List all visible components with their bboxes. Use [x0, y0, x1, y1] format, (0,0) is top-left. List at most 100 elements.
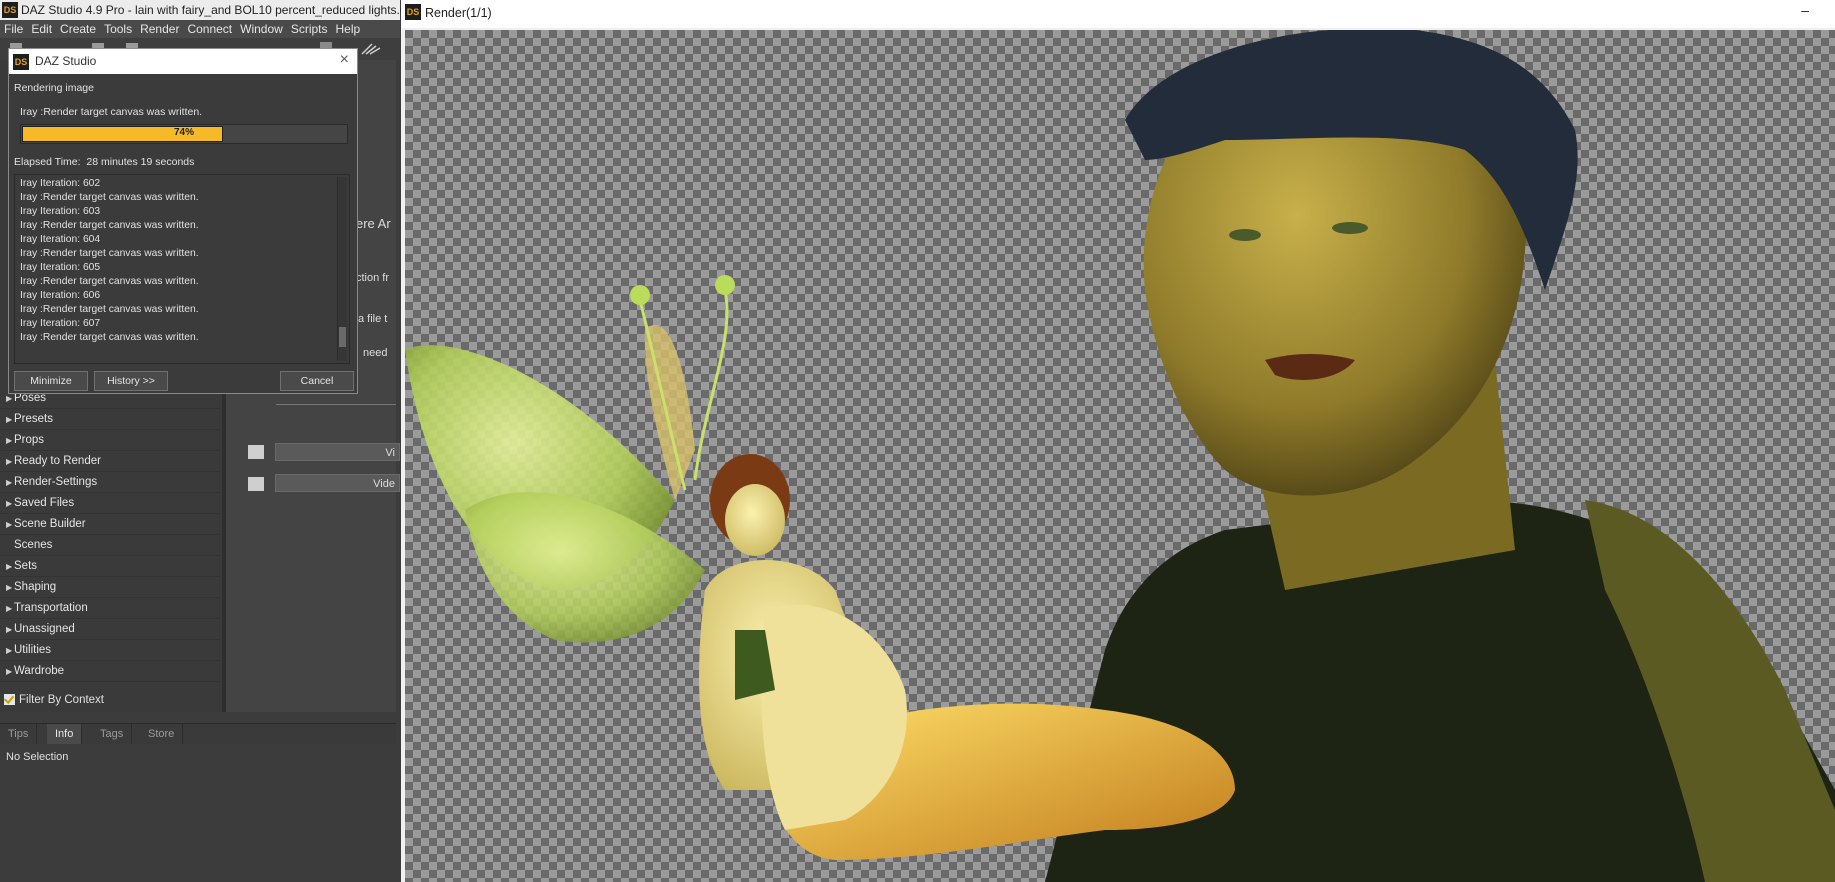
category-item[interactable]: ▶ Props: [0, 430, 220, 451]
log-line: Iray :Render target canvas was written.: [20, 248, 199, 259]
category-item[interactable]: ▶ Saved Files: [0, 493, 220, 514]
menu-render[interactable]: Render: [136, 20, 183, 38]
filter-by-context[interactable]: Filter By Context: [4, 694, 104, 710]
menu-file[interactable]: File: [0, 20, 27, 38]
log-line: Iray :Render target canvas was written.: [20, 220, 199, 231]
selection-status: No Selection: [6, 751, 69, 763]
category-item[interactable]: ▶ Utilities: [0, 640, 220, 661]
bottom-tab-bar: Tips Info Tags Store: [0, 723, 396, 744]
history-button[interactable]: History >>: [94, 371, 168, 391]
log-scrollbar[interactable]: [337, 177, 347, 361]
menu-scripts[interactable]: Scripts: [287, 20, 332, 38]
menu-tools[interactable]: Tools: [100, 20, 136, 38]
menu-window[interactable]: Window: [236, 20, 287, 38]
category-item[interactable]: ▶ Ready to Render: [0, 451, 220, 472]
category-label: Shaping: [14, 581, 57, 593]
log-line: Iray Iteration: 603: [20, 206, 101, 217]
mid-text-fragment-2: ction fr: [356, 272, 390, 284]
expand-triangle-icon: ▶: [6, 457, 13, 466]
minimize-icon[interactable]: –: [1801, 2, 1809, 18]
log-line: Iray :Render target canvas was written.: [20, 276, 199, 287]
menu-edit[interactable]: Edit: [27, 20, 56, 38]
category-label: Utilities: [14, 644, 52, 656]
category-label: Saved Files: [14, 497, 75, 509]
fairy-wing-lower: [465, 492, 705, 643]
category-item[interactable]: ▶ Presets: [0, 409, 220, 430]
category-label: Props: [14, 434, 45, 446]
log-line: Iray Iteration: 607: [20, 318, 101, 329]
render-log: Iray Iteration: 602 Iray :Render target c…: [14, 174, 350, 364]
tab-tips[interactable]: Tips: [0, 724, 38, 744]
filter-label: Filter By Context: [19, 694, 104, 706]
expand-triangle-icon: ▶: [6, 604, 13, 613]
dialog-status: Rendering image: [14, 82, 94, 94]
progress-label: 74%: [173, 127, 194, 138]
mid-text-fragment-3: a file t: [358, 313, 388, 325]
category-item[interactable]: ▶ Unassigned: [0, 619, 220, 640]
expand-triangle-icon: ▶: [6, 499, 13, 508]
category-list: ▶ Poses ▶ Presets ▶ Props ▶ Ready to Render ▶ Ren…: [0, 388, 220, 682]
category-label: Sets: [14, 560, 38, 572]
main-window-title: DAZ Studio 4.9 Pro - lain with fairy_and…: [21, 3, 407, 17]
cancel-button[interactable]: Cancel: [280, 371, 354, 391]
expand-triangle-icon: ▶: [6, 562, 13, 571]
tab-tags[interactable]: Tags: [92, 724, 133, 744]
menu-create[interactable]: Create: [56, 20, 100, 38]
expand-triangle-icon: ▶: [6, 667, 13, 676]
category-label: Ready to Render: [14, 455, 101, 467]
menu-connect[interactable]: Connect: [183, 20, 236, 38]
mid-text-fragment-1: ere Ar: [356, 216, 391, 231]
category-item[interactable]: ▶ Wardrobe: [0, 661, 220, 682]
mid-button-2[interactable]: Vide: [275, 474, 400, 492]
category-item[interactable]: Scenes: [0, 535, 220, 556]
log-line: Iray Iteration: 606: [20, 290, 101, 301]
dialog-message: Iray :Render target canvas was written.: [20, 106, 203, 118]
mid-divider: [276, 404, 396, 405]
expand-triangle-icon: ▶: [6, 478, 13, 487]
render-progress-bar: 74%: [20, 124, 348, 144]
elapsed-label: Elapsed Time:: [14, 156, 81, 168]
category-label: Presets: [14, 413, 53, 425]
main-window-titlebar: DS DAZ Studio 4.9 Pro - lain with fairy_…: [0, 0, 407, 20]
render-canvas: [405, 30, 1835, 882]
log-scroll-thumb[interactable]: [339, 327, 346, 347]
category-item[interactable]: ▶ Transportation: [0, 598, 220, 619]
category-label: Transportation: [14, 602, 88, 614]
minimize-button[interactable]: Minimize: [14, 371, 88, 391]
antenna-tip-right: [715, 275, 735, 295]
menu-help[interactable]: Help: [332, 20, 365, 38]
elapsed-value: 28 minutes 19 seconds: [86, 156, 195, 168]
close-icon[interactable]: ×: [340, 51, 349, 69]
category-item[interactable]: ▶ Render-Settings: [0, 472, 220, 493]
mid-button-1[interactable]: Vi: [275, 443, 400, 461]
expand-triangle-icon: ▶: [6, 520, 13, 529]
expand-triangle-icon: ▶: [6, 625, 13, 634]
clapboard-icon: [248, 477, 264, 491]
log-line: Iray :Render target canvas was written.: [20, 332, 199, 343]
fairy-head: [725, 484, 785, 556]
tab-info[interactable]: Info: [47, 724, 83, 744]
antenna-tip-left: [630, 285, 650, 305]
clapboard-icon: [248, 445, 264, 459]
man-eye-left: [1229, 229, 1261, 241]
render-window-title: Render(1/1): [425, 6, 492, 20]
filter-checkbox[interactable]: [4, 694, 15, 705]
expand-triangle-icon: ▶: [6, 646, 13, 655]
category-label: Render-Settings: [14, 476, 98, 488]
log-line: Iray :Render target canvas was written.: [20, 304, 199, 315]
category-label: Unassigned: [14, 623, 75, 635]
category-item[interactable]: ▶ Sets: [0, 556, 220, 577]
man-eye-right: [1332, 222, 1368, 234]
log-lines: Iray Iteration: 602 Iray :Render target c…: [20, 177, 330, 345]
dialog-title: DAZ Studio: [35, 54, 97, 68]
spotlight-icon: [361, 43, 381, 55]
tab-store[interactable]: Store: [140, 724, 184, 744]
category-item[interactable]: ▶ Shaping: [0, 577, 220, 598]
category-item[interactable]: ▶ Scene Builder: [0, 514, 220, 535]
expand-triangle-icon: ▶: [6, 415, 13, 424]
info-panel: [0, 744, 396, 882]
fairy-antenna-right: [693, 289, 729, 481]
category-label: Scene Builder: [14, 518, 86, 530]
daz-logo-icon: DS: [2, 2, 18, 18]
dialog-titlebar: DS DAZ Studio ×: [8, 48, 358, 74]
